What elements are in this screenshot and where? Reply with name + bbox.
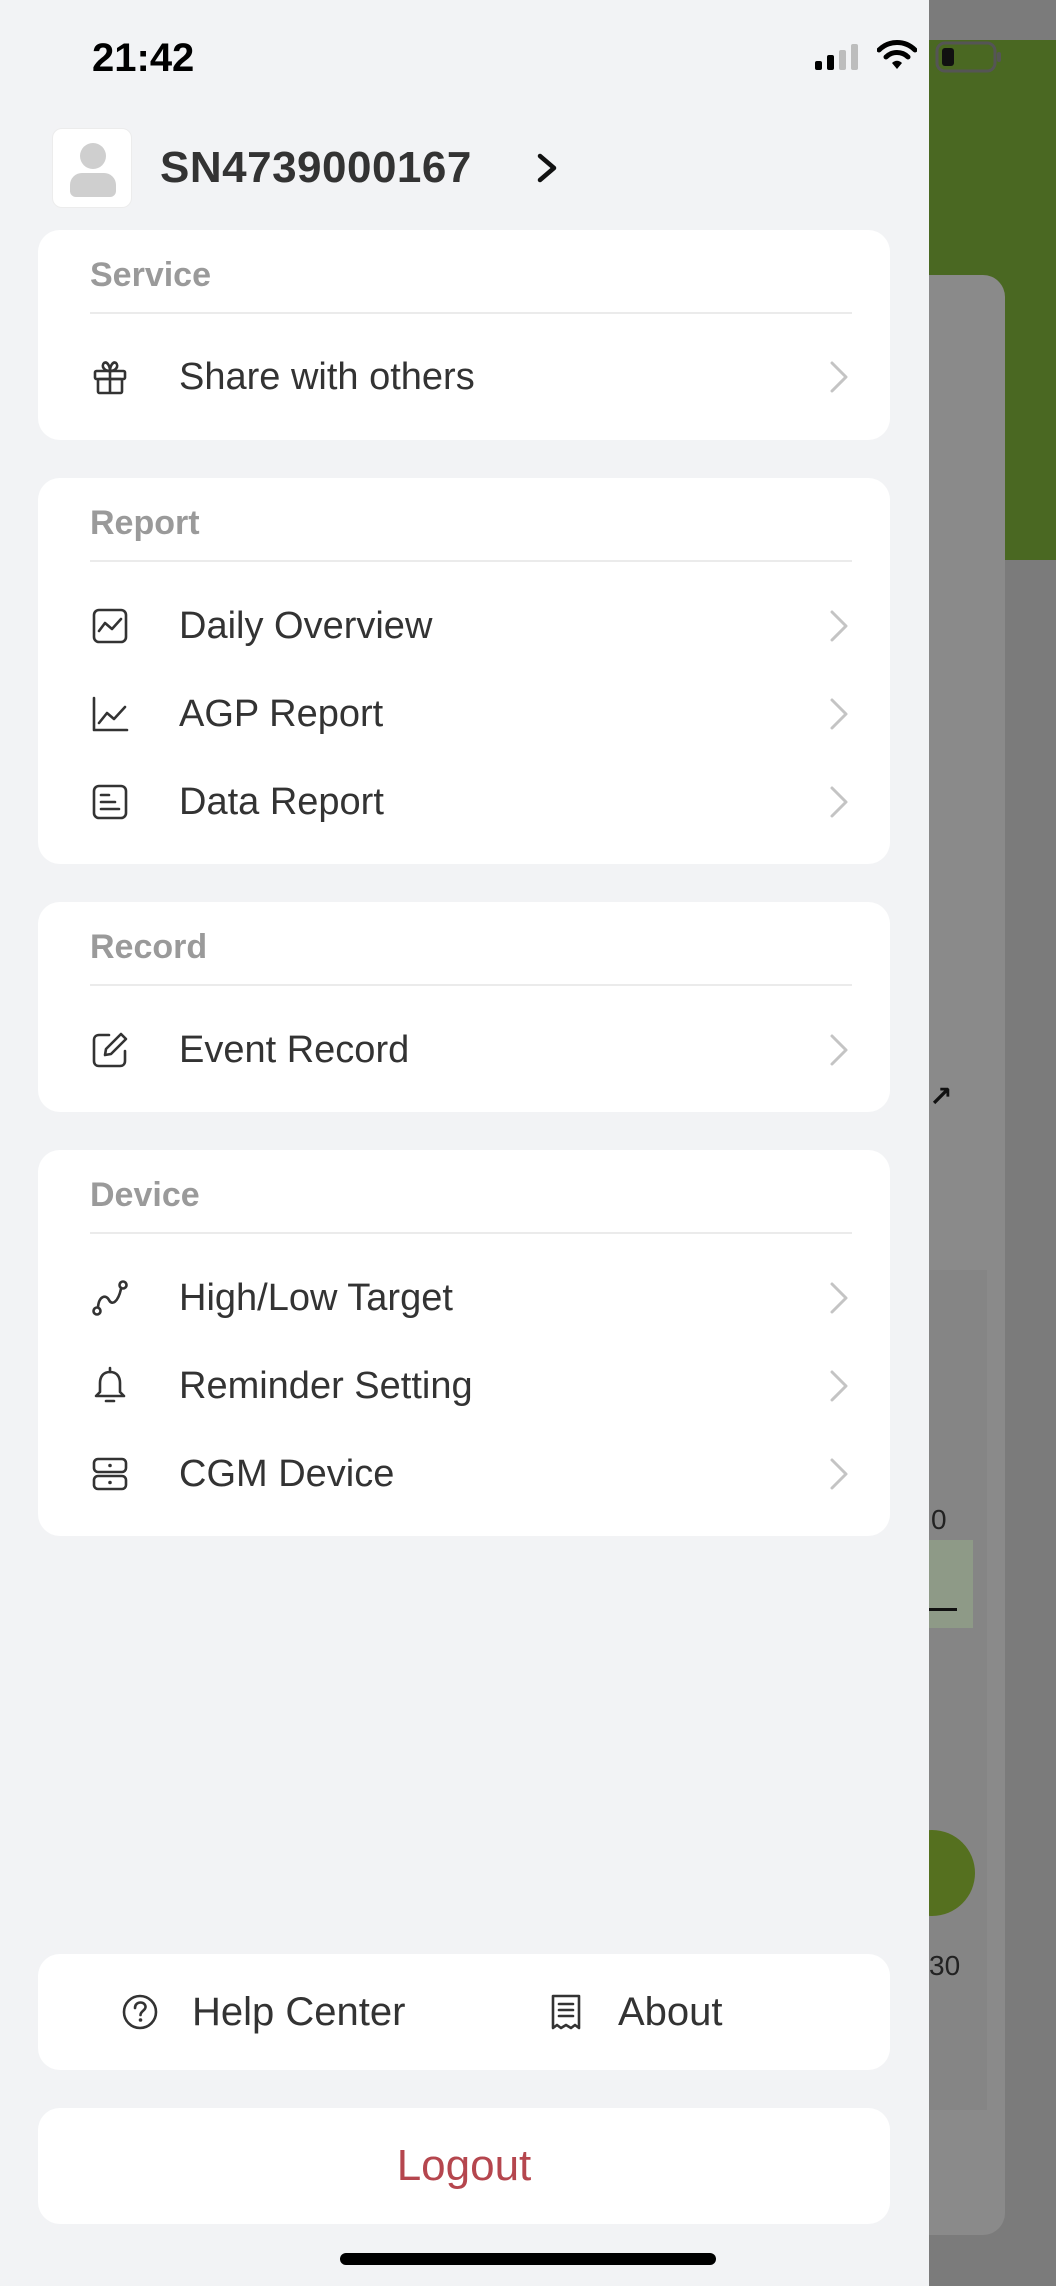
background-text: 0 — [931, 1504, 947, 1535]
server-device-icon — [92, 1457, 128, 1491]
background-chart-area — [929, 1270, 987, 2110]
chevron-right-icon — [830, 1458, 848, 1490]
menu-item-label: CGM Device — [179, 1452, 395, 1495]
background-chart-band — [929, 1540, 973, 1628]
section-title: Report — [90, 504, 200, 542]
question-circle-icon — [122, 1994, 158, 2030]
line-chart-box-icon — [92, 608, 128, 644]
menu-item-label: AGP Report — [179, 692, 384, 735]
menu-item-label: Daily Overview — [179, 604, 433, 647]
section-title: Record — [90, 928, 208, 966]
wifi-icon — [877, 40, 917, 69]
divider — [90, 560, 852, 562]
about-label: About — [618, 1989, 723, 2034]
service-section: Service Share with others — [38, 230, 890, 440]
about-button[interactable]: About — [546, 1954, 723, 2070]
receipt-icon — [551, 1994, 581, 2030]
chevron-right-icon — [830, 1282, 848, 1314]
section-title: Service — [90, 256, 211, 294]
profile-name: SN4739000167 — [160, 143, 472, 192]
section-title: Device — [90, 1176, 200, 1214]
menu-item-label: Share with others — [179, 355, 475, 398]
record-section: Record Event Record — [38, 902, 890, 1112]
chevron-right-icon — [830, 786, 848, 818]
menu-item-label: Event Record — [179, 1028, 410, 1071]
menu-item-label: Reminder Setting — [179, 1364, 473, 1407]
chevron-right-icon — [830, 1370, 848, 1402]
logout-label: Logout — [396, 2141, 532, 2190]
profile-row[interactable]: SN4739000167 — [52, 126, 652, 210]
background-text: 30 — [929, 1950, 961, 1981]
gift-icon — [93, 361, 127, 395]
menu-item-label: High/Low Target — [179, 1276, 453, 1319]
menu-item-reminder-setting[interactable]: Reminder Setting — [38, 1342, 890, 1430]
menu-item-data-report[interactable]: Data Report — [38, 758, 890, 846]
avatar — [52, 128, 132, 208]
status-time: 21:42 — [92, 36, 195, 80]
menu-item-share-with-others[interactable]: Share with others — [38, 333, 890, 421]
bell-icon — [94, 1366, 126, 1403]
help-about-card: Help Center About — [38, 1954, 890, 2070]
cellular-signal-icon — [815, 44, 858, 70]
chevron-right-icon — [830, 1034, 848, 1066]
divider — [90, 984, 852, 986]
home-indicator[interactable] — [340, 2253, 716, 2265]
line-chart-icon — [92, 696, 129, 732]
help-center-button[interactable]: Help Center — [120, 1954, 405, 2070]
help-center-label: Help Center — [192, 1989, 406, 2034]
chevron-right-icon — [830, 610, 848, 642]
chevron-right-icon — [830, 361, 848, 393]
chevron-right-icon — [830, 698, 848, 730]
battery-icon — [935, 41, 1001, 73]
curve-target-icon — [92, 1280, 128, 1316]
logout-button[interactable]: Logout — [38, 2108, 890, 2224]
background-trend-arrow-icon: ↗ — [929, 1081, 953, 1112]
background-app-overlay[interactable]: ↗ 0 30 — [929, 0, 1056, 2286]
side-drawer: 21:42 SN4739000167 Service Share with ot… — [0, 0, 929, 2286]
menu-item-agp-report[interactable]: AGP Report — [38, 670, 890, 758]
menu-item-high-low-target[interactable]: High/Low Target — [38, 1254, 890, 1342]
menu-item-event-record[interactable]: Event Record — [38, 1006, 890, 1094]
menu-item-cgm-device[interactable]: CGM Device — [38, 1430, 890, 1518]
menu-item-label: Data Report — [179, 780, 384, 823]
background-chart-line — [929, 1608, 957, 1611]
report-section: Report Daily Overview AGP Report Data Re… — [38, 478, 890, 864]
chevron-right-icon — [537, 153, 557, 183]
edit-icon — [92, 1032, 128, 1068]
device-section: Device High/Low Target Reminder Setting … — [38, 1150, 890, 1536]
document-lines-icon — [92, 784, 128, 820]
screen: ↗ 0 30 21:42 SN4739000167 Service Share … — [0, 0, 1056, 2286]
divider — [90, 1232, 852, 1234]
menu-item-daily-overview[interactable]: Daily Overview — [38, 582, 890, 670]
divider — [90, 312, 852, 314]
